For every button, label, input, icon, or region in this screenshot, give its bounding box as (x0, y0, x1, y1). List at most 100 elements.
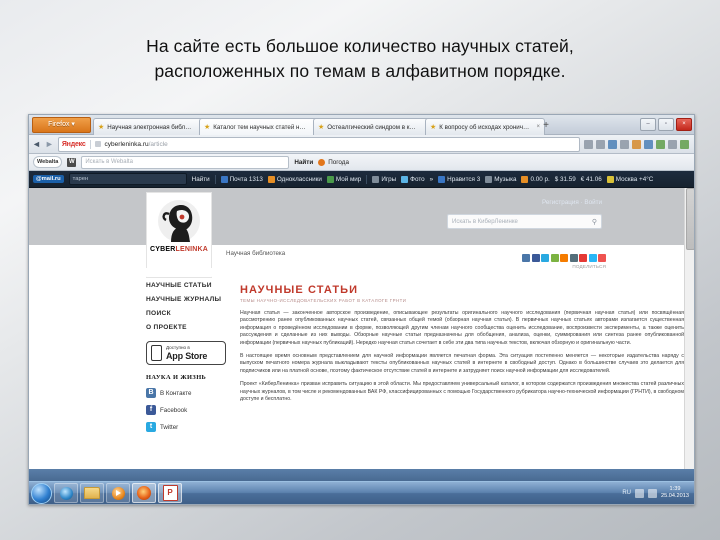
site-search-box[interactable]: Искать в КиберЛенинке ⚲ (447, 214, 602, 229)
twitter-icon[interactable] (541, 254, 549, 262)
browser-tab-2[interactable]: ★ Каталог тем научных статей на осн... × (199, 118, 321, 135)
google-plus-icon[interactable] (579, 254, 587, 262)
start-button-icon[interactable] (31, 482, 52, 504)
cyberleninka-logo[interactable]: CYBERLENINKA (146, 192, 212, 278)
close-window-button[interactable]: × (676, 118, 692, 131)
tab-title: К вопросу об исходах хронической ... (439, 123, 530, 131)
site-hero-banner: Регистрация · Войти Искать в КиберЛенинк… (29, 188, 694, 245)
extension-icon[interactable] (632, 139, 641, 149)
social-link-vk[interactable]: В В Контакте (146, 388, 236, 398)
logo-wordmark: CYBERLENINKA (149, 246, 209, 253)
caption-line-1: На сайте есть большое количество научных… (146, 36, 574, 56)
back-arrow-icon[interactable]: ◄ (32, 139, 41, 149)
social-link-twitter[interactable]: t Twitter (146, 422, 236, 432)
mailru-status-eur[interactable]: € 41.06 (581, 176, 602, 183)
webalta-logo[interactable]: Webalta (33, 156, 63, 168)
mail-icon[interactable] (608, 139, 617, 149)
social-label: В Контакте (160, 389, 192, 397)
sidebar-item-journals[interactable]: НАУЧНЫЕ ЖУРНАЛЫ (146, 296, 236, 303)
vk-icon: В (146, 388, 156, 398)
webalta-box-icon[interactable]: W (67, 157, 77, 167)
browser-tab-1[interactable]: ★ Научная электронная библиотека К... × (93, 118, 207, 135)
screenshot-icon[interactable] (668, 139, 677, 149)
partner-logo-nauka-i-zhizn[interactable]: НАУКА И ЖИЗНЬ (146, 374, 236, 381)
taskbar-item-media-player[interactable] (106, 483, 130, 503)
download-arrow-icon[interactable] (680, 139, 689, 149)
tab-title: Каталог тем научных статей на осн... (213, 123, 306, 131)
facebook-icon[interactable] (531, 254, 540, 262)
more-share-icon[interactable] (598, 254, 606, 262)
taskbar-item-explorer[interactable] (80, 483, 104, 503)
network-icon[interactable] (635, 488, 644, 498)
toolbar-icon-group (584, 139, 691, 149)
mailru-logo[interactable]: @mail.ru (33, 175, 64, 183)
mailru-status-usd[interactable]: $ 31.59 (555, 176, 576, 183)
odnoklassniki-icon[interactable] (560, 254, 568, 262)
sidebar-item-about[interactable]: О ПРОЕКТЕ (146, 324, 236, 331)
mailru-item-moymir[interactable]: Мой мир (326, 175, 361, 183)
toolbar-overflow-icon[interactable]: » (430, 176, 434, 183)
address-bar[interactable]: Яндекс cyberleninka.ru/article (57, 136, 580, 152)
address-url: cyberleninka.ru/article (104, 140, 168, 148)
mailru-status-music[interactable]: Музыка (485, 175, 516, 183)
mailru-find-button[interactable]: Найти (192, 176, 210, 183)
firefox-menu-button[interactable]: Firefox ▾ (32, 117, 91, 133)
pen-icon[interactable] (569, 254, 578, 262)
webalta-search-input[interactable]: Искать в Webalta (81, 155, 290, 169)
app-store-badge[interactable]: Доступно в App Store (146, 341, 226, 365)
taskbar-item-firefox[interactable] (132, 483, 156, 503)
share-icon-row[interactable] (522, 254, 606, 262)
reload-icon[interactable] (596, 139, 605, 149)
social-label: Twitter (160, 423, 179, 431)
clock-time: 1:39 (669, 486, 681, 492)
maximize-button[interactable]: ▫ (658, 118, 674, 131)
volume-icon[interactable] (648, 488, 657, 498)
telegram-icon[interactable] (588, 254, 597, 262)
mailru-item-games[interactable]: Игры (372, 175, 396, 183)
sync-icon[interactable] (620, 139, 629, 149)
wallet-icon (521, 175, 529, 183)
article-paragraph: Проект «КиберЛенинка» призван исправить … (240, 381, 684, 403)
taskbar-item-internet-explorer[interactable] (54, 483, 78, 503)
forward-arrow-icon[interactable]: ► (45, 139, 54, 149)
webalta-weather-button[interactable]: Погода (318, 158, 349, 166)
lj-icon[interactable] (550, 254, 559, 262)
mailru-status-likes[interactable]: Нравится 3 (438, 175, 480, 183)
new-tab-button[interactable]: + (540, 120, 552, 132)
taskbar-item-powerpoint[interactable]: P (158, 483, 182, 503)
shield-icon[interactable] (656, 139, 665, 149)
presentation-slide: На сайте есть большое количество научных… (0, 0, 720, 540)
music-icon (485, 175, 493, 183)
browser-navigation-bar: ◄ ► Яндекс cyberleninka.ru/article (29, 135, 694, 154)
scrollbar-thumb[interactable] (686, 188, 694, 250)
taskbar-clock[interactable]: 1:39 25.04.2013 (661, 486, 689, 500)
mailru-search-input[interactable]: тарен (68, 173, 187, 185)
sidebar-item-search[interactable]: ПОИСК (146, 310, 236, 317)
media-player-icon (111, 486, 125, 500)
like-icon (438, 175, 446, 183)
article-paragraph: В настоящее время основным представление… (240, 353, 684, 374)
social-link-facebook[interactable]: f Facebook (146, 405, 236, 415)
embedded-screenshot: Firefox ▾ ★ Научная электронная библиоте… (28, 114, 695, 505)
page-scrollbar[interactable] (684, 188, 694, 469)
vk-icon[interactable] (522, 254, 530, 262)
auth-links[interactable]: Регистрация · Войти (542, 199, 602, 206)
sidebar-item-articles[interactable]: НАУЧНЫЕ СТАТЬИ (146, 282, 236, 289)
page-title: НАУЧНЫЕ СТАТЬИ (240, 284, 359, 296)
language-indicator[interactable]: RU (622, 490, 631, 496)
browser-tab-4[interactable]: ★ К вопросу об исходах хронической ... × (425, 118, 545, 135)
mailru-item-photo[interactable]: Фото (401, 175, 425, 183)
mailru-item-odnoklassniki[interactable]: Одноклассники (267, 175, 322, 183)
mailru-item-mail[interactable]: Почта 1313 (220, 175, 263, 183)
browser-tab-3[interactable]: ★ Остеалгический синдром в клиник... × (313, 118, 433, 135)
webalta-find-button[interactable]: Найти (294, 159, 313, 166)
reader-icon[interactable] (644, 139, 653, 149)
search-icon[interactable]: ⚲ (592, 218, 597, 226)
tab-title: Научная электронная библиотека К... (107, 123, 192, 131)
minimize-button[interactable]: – (640, 118, 656, 131)
bookmark-star-icon[interactable] (584, 139, 593, 149)
odnoklassniki-icon (267, 175, 275, 183)
mailru-status-balance[interactable]: 0.00 р. (521, 175, 550, 183)
mailru-status-weather[interactable]: Москва +4°C (606, 175, 653, 183)
slide-caption: На сайте есть большое количество научных… (40, 34, 680, 84)
